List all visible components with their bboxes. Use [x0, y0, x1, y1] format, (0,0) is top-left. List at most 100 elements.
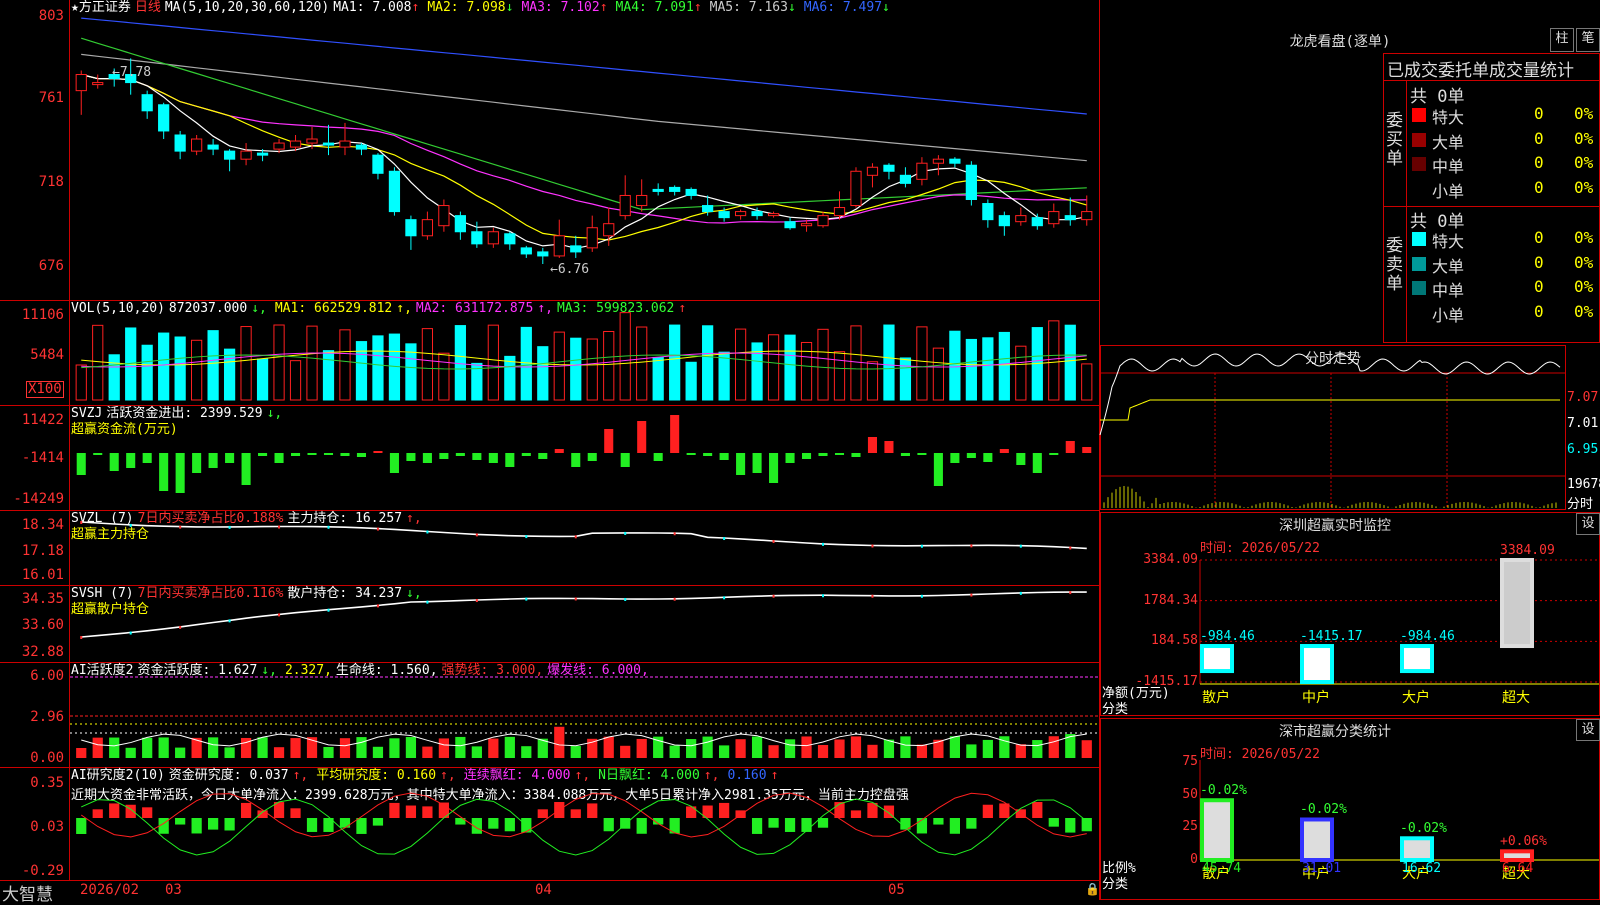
lock-icon[interactable]: 🔒	[1085, 882, 1100, 896]
intraday-vol: 19678	[1567, 477, 1600, 492]
candle-body	[817, 215, 829, 227]
fl-bar-value: 31.01	[1302, 861, 1342, 876]
volume-bars[interactable]	[0, 300, 1100, 405]
fund-flow-bar	[1049, 453, 1059, 455]
retail-holding-path	[81, 591, 1087, 638]
activity-bar	[603, 736, 614, 758]
ma5-line	[81, 53, 1087, 162]
svzl-pane[interactable]: SVZL (7) 7日内买卖净占比0.188% 主力持仓: 16.257 ↑, 超赢主…	[0, 510, 1100, 586]
research-bar	[504, 818, 515, 832]
retail-holding-line[interactable]	[0, 585, 1100, 662]
holding-tick	[80, 521, 83, 524]
activity-bars[interactable]	[0, 662, 1100, 767]
volume-bar	[537, 346, 549, 401]
volume-bar	[256, 358, 269, 401]
main-holding-line[interactable]	[0, 510, 1100, 585]
holding-tick	[179, 525, 182, 529]
activity-bar	[949, 736, 960, 758]
holding-tick	[525, 597, 528, 601]
fund-flow-bar	[604, 429, 614, 453]
candle-body	[191, 138, 203, 152]
fl-settings-button[interactable]: 设	[1576, 719, 1600, 741]
activity-bar	[109, 737, 120, 758]
candle-body	[504, 233, 516, 245]
candle-body	[174, 134, 186, 152]
candle-body	[866, 166, 879, 176]
fund-flow-bars[interactable]	[0, 405, 1100, 510]
fund-flow-bar	[884, 441, 894, 453]
research-bar	[405, 805, 417, 818]
volume-bar	[916, 326, 928, 401]
ai-research-pane[interactable]: AI研究度2(10) 资金研究度: 0.037 ↑, 平均研究度: 0.160 ↑, 连续…	[0, 767, 1100, 881]
svsh-pane[interactable]: SVSH (7) 7日内买卖净占比0.116% 散户持仓: 34.237 ↓, 超赢散…	[0, 585, 1100, 663]
fund-flow-bar	[488, 453, 498, 463]
holding-tick	[871, 544, 874, 548]
candle-body	[355, 144, 368, 150]
fund-flow-bar	[950, 453, 960, 463]
fund-flow-bar	[620, 453, 630, 467]
fund-flow-bar	[340, 453, 350, 456]
volume-pane[interactable]: VOL(5,10,20) 872037.000 ↓, MA1: 662529.812 ↑…	[0, 300, 1100, 406]
activity-bar	[438, 738, 449, 758]
holding-tick	[624, 597, 627, 601]
research-bar	[389, 802, 400, 818]
holding-tick	[278, 613, 281, 617]
ai-activity-pane[interactable]: AI活跃度2 资金活跃度: 1.627 ↓, 2.327, 生命线: 1.560, 强势线…	[0, 662, 1100, 768]
fund-flow-bar	[323, 453, 334, 455]
research-bars[interactable]	[0, 767, 1100, 880]
volume-bar	[207, 330, 219, 401]
fund-flow-bar	[109, 453, 119, 471]
candle-body	[537, 251, 549, 257]
bar-category-label: 中户	[1302, 690, 1330, 706]
activity-bar	[751, 736, 763, 758]
fund-flow-bar	[126, 453, 136, 468]
svzj-pane[interactable]: SVZJ 活跃资金进出: 2399.529 ↓, 超赢资金流(万元) 11422 -…	[0, 405, 1100, 511]
volume-bar	[487, 324, 499, 401]
fund-flow-bar	[455, 453, 465, 456]
sz-settings-button[interactable]: 设	[1576, 513, 1600, 535]
volume-bar	[1048, 320, 1060, 401]
holding-tick	[228, 525, 231, 529]
research-bar	[372, 818, 384, 826]
holding-tick	[624, 531, 627, 535]
candle-body	[1048, 211, 1060, 225]
activity-bar	[175, 747, 186, 758]
research-bar	[966, 818, 977, 829]
holding-tick	[772, 539, 775, 543]
candle-body	[75, 74, 87, 92]
fund-flow-bar	[983, 453, 993, 462]
sz-axis-tick: 184.58	[1151, 633, 1198, 649]
main-holding-path	[81, 521, 1087, 550]
bar-category-label: 超大	[1502, 690, 1530, 706]
intraday-avg-line	[1100, 399, 1560, 421]
holding-tick	[871, 594, 874, 598]
volume-bar	[636, 326, 648, 401]
activity-bar	[900, 736, 911, 758]
candle-body	[718, 211, 730, 219]
activity-bar	[224, 747, 235, 758]
fl-bar-value: 6.64	[1502, 861, 1534, 876]
fund-flow-bar	[834, 453, 845, 455]
volume-bar	[866, 361, 879, 401]
volume-bar	[158, 332, 170, 401]
volume-bar	[833, 351, 846, 401]
fund-flow-bar	[900, 453, 910, 456]
price-pane[interactable]: ★方正证券 日线 MA(5,10,20,30,60,120) MA1: 7.008↑ M…	[0, 0, 1100, 301]
candle-body	[1015, 215, 1027, 223]
right-panel: 龙虎看盘(逐单) 柱 笔 已成交委托单成交量统计 委买单 委卖单 共 0单 共 …	[1099, 0, 1600, 900]
activity-bar	[867, 744, 878, 758]
volume-bar	[223, 348, 236, 401]
fund-flow-bar	[818, 453, 828, 456]
bar-category-label: 大户	[1402, 690, 1430, 706]
candle-body	[965, 164, 977, 200]
holding-tick	[673, 597, 676, 601]
fund-flow-bar	[76, 453, 86, 475]
candlestick-chart[interactable]	[0, 0, 1100, 300]
activity-bar	[455, 736, 466, 758]
research-bar	[76, 818, 87, 834]
holding-tick	[475, 599, 478, 603]
volume-bar	[767, 334, 780, 401]
research-bar	[570, 809, 581, 818]
research-bar	[339, 818, 351, 828]
fund-flow-bar	[175, 453, 185, 493]
